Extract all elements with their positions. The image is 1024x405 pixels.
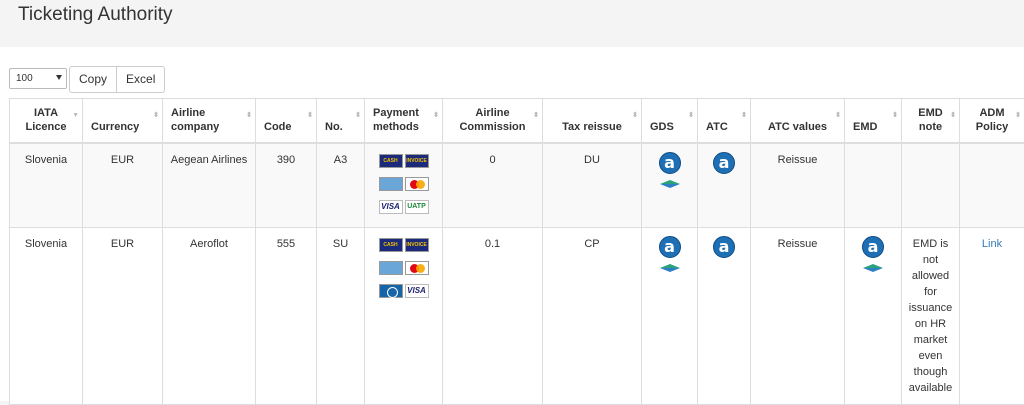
sort-icon: ⬍: [632, 109, 638, 123]
content-panel: 100 Copy Excel IATA Licence▼ Currency⬍ A…: [0, 47, 1024, 401]
adm-policy-link[interactable]: Link: [982, 238, 1002, 250]
cell-code: 555: [256, 228, 317, 405]
cell-licence: Slovenia: [10, 228, 83, 405]
cell-adm-policy: [960, 143, 1024, 228]
cell-emd-note: EMD is not allowed for issuance on HR ma…: [902, 228, 960, 405]
mastercard-card-icon: [405, 177, 429, 191]
visa-card-icon: VISA: [379, 200, 403, 214]
excel-button[interactable]: Excel: [117, 66, 165, 93]
cell-payment: CASH INVOICE VISA: [365, 228, 443, 405]
sort-icon: ⬍: [892, 109, 898, 123]
sort-icon: ⬍: [307, 109, 313, 123]
page-size-select[interactable]: 100: [9, 68, 67, 89]
sort-down-icon: ▼: [72, 109, 79, 123]
column-header-atc-values[interactable]: ATC values⬍: [751, 99, 845, 143]
copy-button[interactable]: Copy: [69, 66, 117, 93]
cell-code: 390: [256, 143, 317, 228]
cell-no: A3: [317, 143, 365, 228]
mastercard-card-icon: [405, 261, 429, 275]
table-row: Slovenia EUR Aegean Airlines 390 A3 CASH…: [10, 143, 1024, 228]
cell-tax-reissue: CP: [543, 228, 642, 405]
sort-icon: ⬍: [533, 109, 539, 123]
cell-commission: 0: [443, 143, 543, 228]
column-header-airline-commission[interactable]: Airline Commission⬍: [443, 99, 543, 143]
sort-icon: ⬍: [741, 109, 747, 123]
column-header-code[interactable]: Code⬍: [256, 99, 317, 143]
column-header-adm-policy[interactable]: ADM Policy⬍: [960, 99, 1024, 143]
invoice-card-icon: INVOICE: [405, 154, 429, 168]
table-header-row: IATA Licence▼ Currency⬍ Airline company⬍…: [10, 99, 1024, 143]
cell-emd: [845, 143, 902, 228]
cell-no: SU: [317, 228, 365, 405]
sort-icon: ⬍: [688, 109, 694, 123]
amex-card-icon: [379, 177, 403, 191]
column-header-tax-reissue[interactable]: Tax reissue⬍: [543, 99, 642, 143]
cash-card-icon: CASH: [379, 238, 403, 252]
cell-atc-values: Reissue: [751, 143, 845, 228]
page-title: Ticketing Authority: [18, 4, 173, 26]
cell-atc: a: [698, 143, 751, 228]
sort-icon: ⬍: [355, 109, 361, 123]
amex-card-icon: [379, 261, 403, 275]
cell-atc-values: Reissue: [751, 228, 845, 405]
cell-payment: CASH INVOICE VISA UATP: [365, 143, 443, 228]
column-header-currency[interactable]: Currency⬍: [83, 99, 163, 143]
sort-icon: ⬍: [950, 109, 956, 123]
column-header-atc[interactable]: ATC⬍: [698, 99, 751, 143]
cell-commission: 0.1: [443, 228, 543, 405]
column-header-airline-company[interactable]: Airline company⬍: [163, 99, 256, 143]
column-header-emd-note[interactable]: EMD note⬍: [902, 99, 960, 143]
amadeus-icon: a: [713, 236, 735, 258]
column-header-no[interactable]: No.⬍: [317, 99, 365, 143]
cell-airline: Aeroflot: [163, 228, 256, 405]
amadeus-icon: a: [659, 152, 681, 174]
visa-card-icon: VISA: [405, 284, 429, 298]
page-size-value: 100: [16, 73, 33, 84]
sort-icon: ⬍: [835, 109, 841, 123]
cell-licence: Slovenia: [10, 143, 83, 228]
galileo-icon: [863, 264, 883, 272]
galileo-icon: [660, 180, 680, 188]
galileo-icon: [660, 264, 680, 272]
sort-icon: ⬍: [246, 109, 252, 123]
export-buttons: Copy Excel: [69, 66, 165, 93]
cell-gds: a: [642, 143, 698, 228]
cell-currency: EUR: [83, 143, 163, 228]
amadeus-icon: a: [659, 236, 681, 258]
column-header-gds[interactable]: GDS⬍: [642, 99, 698, 143]
sort-icon: ⬍: [1015, 109, 1021, 123]
column-header-payment-methods[interactable]: Payment methods⬍: [365, 99, 443, 143]
cell-atc: a: [698, 228, 751, 405]
cell-emd: a: [845, 228, 902, 405]
amadeus-icon: a: [862, 236, 884, 258]
diners-card-icon: [379, 284, 403, 298]
cell-gds: a: [642, 228, 698, 405]
chevron-down-icon: [56, 75, 62, 80]
column-header-iata-licence[interactable]: IATA Licence▼: [10, 99, 83, 143]
cell-adm-policy: Link: [960, 228, 1024, 405]
column-header-emd[interactable]: EMD⬍: [845, 99, 902, 143]
table-row: Slovenia EUR Aeroflot 555 SU CASH INVOIC…: [10, 228, 1024, 405]
cash-card-icon: CASH: [379, 154, 403, 168]
cell-emd-note: [902, 143, 960, 228]
sort-icon: ⬍: [153, 109, 159, 123]
cell-currency: EUR: [83, 228, 163, 405]
ticketing-table: IATA Licence▼ Currency⬍ Airline company⬍…: [9, 98, 1024, 405]
sort-icon: ⬍: [433, 109, 439, 123]
amadeus-icon: a: [713, 152, 735, 174]
uatp-card-icon: UATP: [405, 200, 429, 214]
invoice-card-icon: INVOICE: [405, 238, 429, 252]
cell-tax-reissue: DU: [543, 143, 642, 228]
cell-airline: Aegean Airlines: [163, 143, 256, 228]
